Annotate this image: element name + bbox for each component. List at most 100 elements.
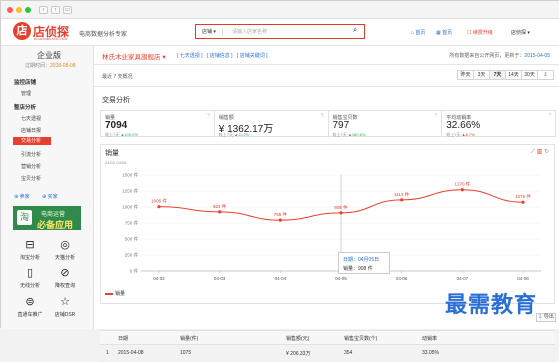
y-tick-label: 1000 件 xyxy=(122,204,138,211)
home-link[interactable]: ⌂ 首页 xyxy=(411,29,425,36)
x-tick-label: 04-05 xyxy=(335,276,347,281)
range-14d[interactable]: 14天 xyxy=(505,70,522,80)
maximize-dot-icon[interactable] xyxy=(25,7,31,13)
link-shop-info[interactable]: [ 店铺信息 ] xyxy=(207,52,233,59)
buyer-link[interactable]: ⊕ 买家 xyxy=(42,193,58,200)
shop-selector[interactable]: 林氏木业家具旗舰店 ▾ xyxy=(102,51,166,61)
seller-link-label: 卖家 xyxy=(19,194,30,200)
sidebar-toggle-icon[interactable]: ▭ xyxy=(63,6,72,14)
cell-sales: 1075 xyxy=(180,350,192,356)
range-label: 最近 7 天概况 xyxy=(102,74,133,80)
y-tick-label: 1500 件 xyxy=(122,172,138,179)
sidebar-group-monitor: 监控店铺 xyxy=(14,80,37,86)
tool-label: 直通车推广 xyxy=(17,312,43,318)
tagline: 电商数据分析专家 xyxy=(79,32,128,38)
chart-title: 销量 xyxy=(105,150,119,157)
logo[interactable]: 店 店侦探 DIANZHENTAN.COM xyxy=(13,22,73,42)
col-revenue[interactable]: 销售额(元) xyxy=(286,335,309,342)
sales-chart-panel: 销量 04/02-04/08 ⟋ ▥ ↻ 0 件 250 件 500 件 750 件1… xyxy=(100,144,555,304)
kpi-change-label: 较上7天 xyxy=(218,132,233,137)
kpi-card[interactable]: 平均动销率 ? 32.66% 较上7天 ▲8.7% xyxy=(441,110,556,137)
browser-titlebar: ‹ › ▭ xyxy=(1,1,559,19)
range-7d[interactable]: 7天 xyxy=(489,70,506,80)
table-header: 日期 销量(件) 销售额(元) 销售宝贝数(个) 动销率 xyxy=(100,330,555,345)
minimize-dot-icon[interactable] xyxy=(16,7,22,13)
search-type-select[interactable]: 店铺 ▾ xyxy=(202,28,216,35)
promo-line1: 电商运营 xyxy=(41,212,66,218)
user-menu[interactable]: 店侦探 ▾ xyxy=(511,29,530,36)
sidebar-item-trade-analysis[interactable]: 交易分析 xyxy=(13,137,51,145)
tool-tmall[interactable]: ◎ 天猫分析 xyxy=(48,239,82,261)
kpi-row: 销量 ? 7094 较上7天 ▲109.0% 销售额 ? ¥ 1362.17万 … xyxy=(100,110,556,137)
upgrade-link[interactable]: ☐ 续费升级 xyxy=(467,29,493,36)
link-shop-keywords[interactable]: [ 店铺关键词 ] xyxy=(237,52,268,59)
star-icon: ☆ xyxy=(60,296,70,308)
search-bar[interactable]: 店铺 ▾ 请输入店家名称 ⌕ xyxy=(195,24,365,39)
table-row[interactable]: 1 2015-04-08 1075 ¥ 206.33万 354 33.05% xyxy=(100,345,555,362)
tool-label: 降权查询 xyxy=(54,283,75,289)
forward-icon[interactable]: › xyxy=(51,6,60,14)
watermark: 最需教育 xyxy=(445,292,538,318)
refresh-icon[interactable]: ↻ xyxy=(544,149,549,155)
help-icon[interactable]: ? xyxy=(434,113,437,119)
tool-taobao[interactable]: ⊟ 淘宝分析 xyxy=(13,239,47,261)
range-30d[interactable]: 30天 xyxy=(521,70,538,80)
export-button[interactable]: ⇩ 导出 xyxy=(536,313,556,322)
data-point xyxy=(278,218,282,222)
sidebar-item-product[interactable]: 宝贝分析 xyxy=(21,175,41,182)
tool-ztc[interactable]: ⊜ 直通车推广 xyxy=(13,296,47,318)
shop-name: 林氏木业家具旗舰店 xyxy=(102,54,161,61)
help-icon[interactable]: ? xyxy=(321,113,324,119)
y-tick-label: 500 件 xyxy=(125,236,139,243)
sidebar-item-seven-day[interactable]: 七天透视 xyxy=(21,115,41,122)
sidebar-item-daily-report[interactable]: 店铺日报 xyxy=(21,127,41,134)
col-sales[interactable]: 销量(件) xyxy=(180,335,198,342)
kpi-card[interactable]: 销量 ? 7094 较上7天 ▲109.0% xyxy=(100,110,215,137)
tool-mobile[interactable]: ▯ 无线分析 xyxy=(13,267,47,289)
back-icon[interactable]: ‹ xyxy=(39,6,48,14)
search-input[interactable]: 请输入店家名称 xyxy=(232,28,267,35)
search-type-label: 店铺 xyxy=(202,29,213,35)
seller-link[interactable]: ⊕ 卖家 xyxy=(14,193,30,200)
line-chart-icon[interactable]: ⟋ xyxy=(531,149,535,155)
data-label: 924 件 xyxy=(213,203,227,210)
col-sell-through[interactable]: 动销率 xyxy=(422,335,437,342)
kpi-card[interactable]: 销售宝贝数 ? 797 较上7天 ▲180.6% xyxy=(327,110,443,137)
link-seven-day[interactable]: [ 七天透视 ] xyxy=(177,52,203,59)
col-date[interactable]: 日期 xyxy=(118,335,128,342)
shield-icon: ⊘ xyxy=(60,267,70,279)
tool-demotion[interactable]: ⊘ 降权查询 xyxy=(48,267,82,289)
kpi-card[interactable]: 销售额 ? ¥ 1362.17万 较上7天 ▲11.2% xyxy=(213,110,329,137)
range-yesterday[interactable]: 昨天 xyxy=(457,70,474,80)
home-link-label: 首页 xyxy=(415,30,426,36)
kpi-value: 797 xyxy=(332,120,350,131)
divider xyxy=(94,64,559,65)
range-3d[interactable]: 3天 xyxy=(473,70,490,80)
divider xyxy=(94,86,559,87)
sidebar-item-traffic[interactable]: 引流分析 xyxy=(21,151,41,158)
update-note-text: 所有数据来自公开网页，更新于： xyxy=(449,53,525,59)
help-icon[interactable]: ? xyxy=(548,113,551,119)
buyer-link-label: 买家 xyxy=(47,194,58,200)
promo-banner[interactable]: 淘 电商运营 必备应用 xyxy=(13,206,81,230)
col-items[interactable]: 销售宝贝数(个) xyxy=(344,335,377,342)
tool-dsr[interactable]: ☆ 店铺DSR xyxy=(48,296,82,318)
sidebar-item-marketing[interactable]: 营销分析 xyxy=(21,163,41,170)
chart-toolbar: ⟋ ▥ ↻ xyxy=(531,148,549,156)
tool-label: 淘宝分析 xyxy=(19,255,40,261)
sidebar-item-manage[interactable]: 管理 xyxy=(21,90,31,97)
tool-label: 天猫分析 xyxy=(54,255,75,261)
index-link[interactable]: ▦ 首页 xyxy=(436,29,452,36)
close-dot-icon[interactable] xyxy=(7,7,13,13)
site-header: 店 店侦探 DIANZHENTAN.COM 电商数据分析专家 店铺 ▾ 请输入店… xyxy=(1,19,559,46)
chart-legend[interactable]: 销量 xyxy=(105,290,125,297)
expiry-label: 过期时间： xyxy=(25,63,51,69)
help-icon[interactable]: ? xyxy=(207,113,210,119)
bar-chart-icon[interactable]: ▥ xyxy=(537,149,543,155)
search-icon[interactable]: ⌕ xyxy=(353,27,357,35)
y-tick-label: 250 件 xyxy=(125,252,139,259)
download-icon[interactable]: ⇩ xyxy=(537,70,554,80)
cat-icon: ◎ xyxy=(60,239,70,251)
sales-line-chart[interactable]: 0 件 250 件 500 件 750 件 1000 件 1250 件 1500 件 04-0… xyxy=(101,159,556,301)
row-index: 1 xyxy=(106,350,109,356)
